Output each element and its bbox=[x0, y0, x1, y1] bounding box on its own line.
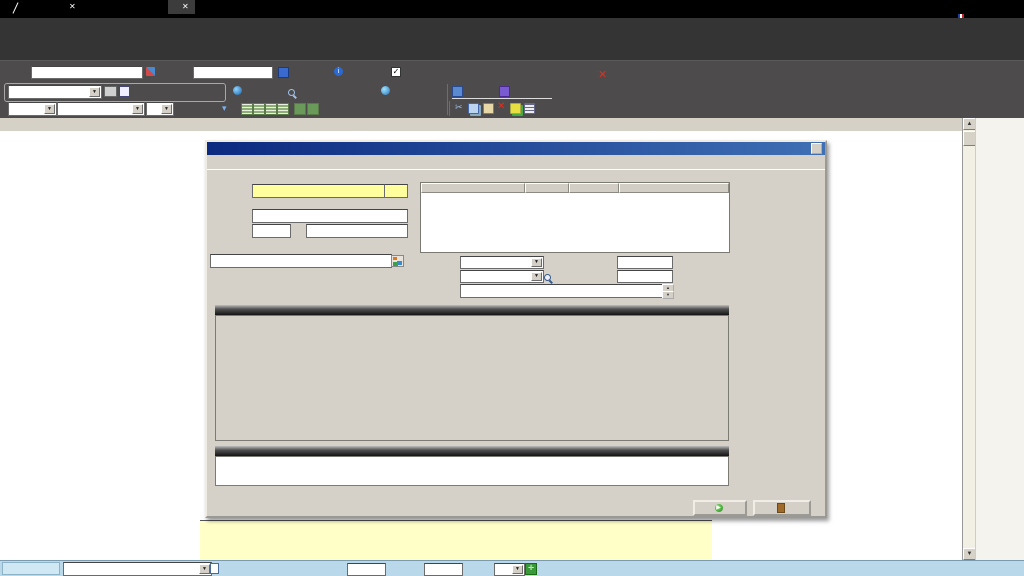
comptes-associes-list[interactable] bbox=[215, 456, 729, 486]
author-lookup-icon[interactable] bbox=[146, 67, 155, 76]
font-color-button[interactable]: ▾ bbox=[222, 102, 227, 114]
divider bbox=[452, 98, 552, 99]
empty-col-header bbox=[619, 183, 729, 193]
line-indicator bbox=[2, 562, 60, 575]
expand-icon[interactable]: ✛ bbox=[525, 563, 537, 575]
chevron-down-icon[interactable]: ▼ bbox=[89, 87, 100, 97]
financement-panel bbox=[215, 315, 729, 441]
annuler-button[interactable] bbox=[753, 500, 811, 516]
detail-dialog: ▼ ▼ ▲ ▼ ▶ bbox=[205, 140, 827, 518]
status-bar: ▼ ▼ ✛ bbox=[0, 560, 1024, 576]
list-icon[interactable] bbox=[524, 103, 535, 114]
total-marge-icon bbox=[499, 86, 510, 97]
ville-input[interactable] bbox=[306, 224, 408, 238]
font-size-select[interactable]: ▼ bbox=[146, 102, 174, 116]
statistics-icon bbox=[233, 86, 242, 95]
style-select[interactable]: ▼ bbox=[8, 102, 57, 116]
variables-icon bbox=[288, 89, 298, 99]
door-icon bbox=[777, 503, 785, 513]
ok-icon: ▶ bbox=[715, 504, 723, 512]
auteur-input[interactable] bbox=[31, 66, 143, 79]
indent-increase-button[interactable] bbox=[307, 103, 319, 115]
nb-lot-input[interactable] bbox=[617, 270, 673, 283]
print-icon[interactable] bbox=[104, 86, 117, 97]
code-postal-input[interactable] bbox=[252, 224, 291, 238]
key-figures-icon bbox=[381, 86, 390, 95]
add-row-icon[interactable] bbox=[510, 103, 521, 114]
chevron-down-icon[interactable]: ▼ bbox=[531, 272, 542, 281]
monnaie-select[interactable]: ▼ bbox=[494, 563, 525, 576]
font-select[interactable]: ▼ bbox=[57, 102, 145, 116]
align-center-button[interactable] bbox=[253, 103, 265, 115]
bilan-input[interactable] bbox=[193, 66, 273, 79]
table-header bbox=[0, 118, 962, 131]
maj-input[interactable] bbox=[424, 563, 463, 576]
toolbar: i ✓ ▼ ✕ ▼ ▼ ▼ ▾ bbox=[0, 60, 1024, 119]
operation-input[interactable] bbox=[252, 184, 386, 198]
vertical-scrollbar[interactable]: ▲ ▼ bbox=[962, 118, 976, 560]
vendeur-col-header bbox=[421, 183, 525, 193]
align-justify-button[interactable] bbox=[277, 103, 289, 115]
tab-operation-mulhouse[interactable]: ✕ bbox=[168, 0, 195, 14]
title-bar: ✕ ✕ bbox=[0, 0, 1024, 18]
chevron-down-icon[interactable]: ▼ bbox=[199, 564, 210, 574]
tab-bureau-actif[interactable]: ✕ bbox=[55, 0, 82, 14]
detail-lots-checkbox[interactable]: ✓ bbox=[391, 67, 401, 77]
operateur-search-icon[interactable] bbox=[544, 274, 554, 284]
shortcut-panel bbox=[975, 118, 1024, 560]
dialog-tabs bbox=[209, 156, 825, 170]
financement-section-header bbox=[215, 305, 729, 315]
close-app-icon[interactable]: ✕ bbox=[598, 68, 607, 81]
close-button[interactable] bbox=[1007, 3, 1018, 12]
paste-icon[interactable] bbox=[483, 103, 494, 114]
operation-number-input[interactable] bbox=[384, 184, 408, 198]
dialog-close-icon[interactable] bbox=[811, 143, 822, 154]
sous-total-icon bbox=[452, 86, 463, 97]
chevron-down-icon[interactable]: ▼ bbox=[512, 565, 523, 574]
minimize-button[interactable] bbox=[979, 3, 990, 12]
notaire-input[interactable] bbox=[210, 254, 392, 268]
vendeur-title bbox=[420, 172, 425, 182]
cut-icon[interactable]: ✂ bbox=[455, 102, 463, 113]
vendeur-table[interactable] bbox=[420, 182, 730, 253]
budget-sheet bbox=[200, 520, 712, 561]
notaire-lookup-icon[interactable] bbox=[391, 255, 404, 267]
tab-close-icon[interactable]: ✕ bbox=[69, 2, 76, 11]
divider bbox=[447, 84, 448, 115]
status-select[interactable]: ▼ bbox=[63, 562, 212, 576]
preview-icon[interactable] bbox=[119, 86, 130, 97]
tab-close-icon[interactable]: ✕ bbox=[182, 2, 189, 11]
chevron-down-icon[interactable]: ▼ bbox=[44, 104, 55, 114]
chevron-down-icon[interactable]: ▼ bbox=[132, 104, 143, 114]
restore-button[interactable] bbox=[993, 3, 1004, 12]
operateur-select[interactable]: ▼ bbox=[460, 270, 544, 283]
divider bbox=[449, 101, 450, 116]
delete-icon[interactable]: ✕ bbox=[497, 101, 505, 112]
application-window: ✕ ✕ i ✓ ▼ bbox=[0, 0, 1024, 576]
print-template-select[interactable]: ▼ bbox=[8, 85, 102, 99]
chevron-down-icon[interactable]: ▼ bbox=[161, 104, 172, 114]
save-icon bbox=[278, 67, 289, 78]
information-icon: i bbox=[334, 67, 343, 76]
creation-date-input[interactable] bbox=[347, 563, 386, 576]
documents-icon bbox=[210, 563, 219, 574]
dialog-title bbox=[207, 142, 825, 155]
copy-icon[interactable] bbox=[468, 103, 479, 114]
ribbon-menu bbox=[0, 18, 1024, 60]
ok-button[interactable]: ▶ bbox=[693, 500, 747, 516]
tel-col-header bbox=[525, 183, 569, 193]
operation-type-select[interactable]: ▼ bbox=[460, 256, 544, 269]
chevron-down-icon[interactable]: ▼ bbox=[531, 258, 542, 267]
align-left-button[interactable] bbox=[241, 103, 253, 115]
fax-col-header bbox=[569, 183, 619, 193]
comptes-section-header bbox=[215, 446, 729, 456]
produit-input[interactable] bbox=[460, 284, 666, 298]
adresse-input[interactable] bbox=[252, 209, 408, 223]
livraison-input[interactable] bbox=[617, 256, 673, 269]
spinner-down-icon[interactable]: ▼ bbox=[662, 291, 674, 299]
indent-decrease-button[interactable] bbox=[294, 103, 306, 115]
dialog-body: ▼ ▼ ▲ ▼ ▶ bbox=[207, 169, 825, 517]
align-right-button[interactable] bbox=[265, 103, 277, 115]
